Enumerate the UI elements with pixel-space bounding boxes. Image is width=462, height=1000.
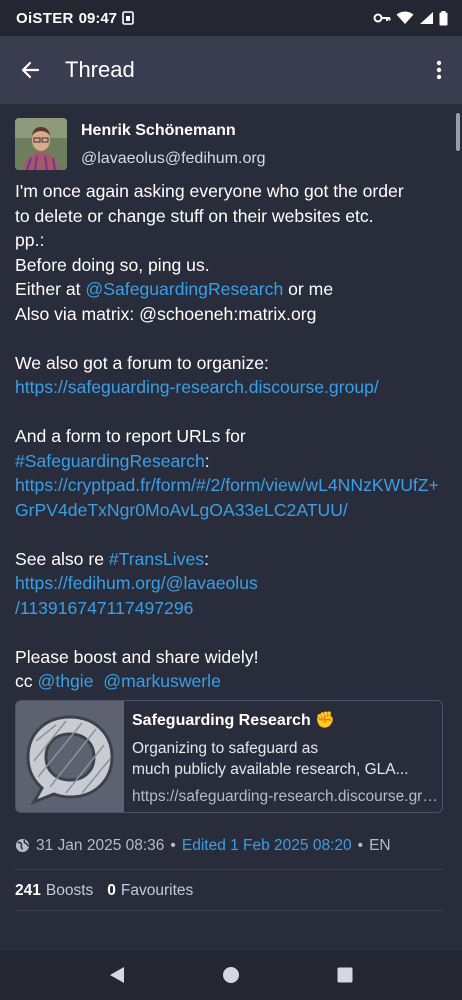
back-button[interactable] [0, 36, 60, 104]
post-meta: 31 Jan 2025 08:36 • Edited 1 Feb 2025 08… [15, 836, 445, 856]
card-thumbnail [16, 700, 124, 812]
separator: • [357, 836, 364, 854]
favourites-label: Favourites [120, 881, 194, 899]
post-language: EN [369, 836, 391, 854]
cell-signal-icon [419, 11, 434, 25]
text: : [204, 450, 210, 471]
content-line: Please boost and share widely! [15, 646, 259, 667]
card-description-line: much publicly available research, GLA... [132, 760, 409, 778]
content-line: pp.: [15, 230, 45, 250]
link-preview-card[interactable]: Safeguarding Research ✊ Organizing to sa… [15, 699, 443, 813]
divider [15, 909, 443, 911]
divider [15, 868, 443, 870]
status-post: Henrik Schönemann @lavaeolus@fedihum.org… [15, 118, 445, 911]
content-line: We also got a forum to organize: [15, 352, 269, 373]
vpn-key-icon [373, 12, 391, 24]
scrollbar[interactable] [456, 113, 460, 151]
system-navigation-bar [0, 950, 462, 1000]
text: cc [15, 671, 38, 691]
mention-link[interactable]: @SafeguardingResearch [85, 279, 283, 299]
clock: 09:47 [78, 9, 118, 27]
content-line: See also re #TransLives: [15, 547, 445, 572]
nav-back-icon [110, 967, 124, 983]
battery-icon [439, 10, 448, 26]
content-line: https://cryptpad.fr/form/#/2/form/view/w… [15, 473, 439, 522]
boosts-count: 241 [15, 881, 41, 899]
content-line: #SafeguardingResearch: [15, 449, 445, 474]
avatar[interactable] [15, 118, 67, 170]
content-line: And a form to report URLs for [15, 426, 246, 446]
author-handle[interactable]: @lavaeolus@fedihum.org [81, 149, 266, 169]
carrier-name: OiSTER [16, 9, 74, 27]
hashtag-link[interactable]: #TransLives [109, 549, 204, 569]
content-line: https://fedihum.org/@lavaeolus [15, 571, 445, 596]
mention-link[interactable]: @markuswerle [103, 671, 221, 691]
card-title: Safeguarding Research ✊ [132, 711, 336, 729]
content-line: Before doing so, ping us. [15, 254, 210, 275]
status-bar: OiSTER 09:47 [0, 0, 462, 36]
forum-link[interactable]: https://safeguarding-research.discourse.… [15, 377, 379, 397]
status-link-continued[interactable]: /113916747117497296 [15, 598, 193, 618]
nav-home-button[interactable] [211, 955, 251, 995]
text: See also re [15, 548, 109, 569]
post-header: Henrik Schönemann @lavaeolus@fedihum.org [15, 118, 445, 176]
boosts-stat[interactable]: 241 Boosts [15, 882, 93, 900]
content-line: to delete or change stuff on their websi… [15, 205, 374, 226]
text: : [204, 548, 209, 569]
page-title: Thread [65, 57, 135, 82]
nav-back-button[interactable] [97, 955, 137, 995]
favourites-count: 0 [107, 881, 116, 899]
sim-card-icon [122, 11, 134, 25]
content-line: https://safeguarding-research.discourse.… [15, 375, 445, 400]
author-name[interactable]: Henrik Schönemann [81, 121, 266, 141]
content-line: Also via matrix: @schoeneh:matrix.org [15, 303, 317, 324]
more-options-button[interactable] [416, 36, 462, 104]
mention-link[interactable]: @thgie [37, 671, 93, 691]
card-description: Organizing to safeguard as much publicly… [132, 738, 436, 780]
back-arrow-icon [21, 61, 40, 79]
favourites-stat[interactable]: 0 Favourites [107, 882, 193, 900]
wifi-icon [396, 11, 414, 25]
boosts-label: Boosts [45, 881, 94, 899]
content-line: Either at @SafeguardingResearch or me [15, 277, 445, 302]
post-date: 31 Jan 2025 08:36 [36, 836, 165, 854]
hashtag-link[interactable]: #SafeguardingResearch [15, 451, 205, 471]
card-description-line: Organizing to safeguard as [132, 739, 319, 757]
content-line: /113916747117497296 [15, 596, 445, 621]
app-bar: Thread [0, 36, 462, 104]
nav-recents-icon [337, 967, 353, 983]
nav-home-icon [223, 967, 239, 983]
form-link[interactable]: https://cryptpad.fr/form/#/2/form/view/w… [15, 475, 439, 520]
text: or me [283, 279, 334, 299]
globe-icon [15, 838, 30, 853]
content-line: cc @thgie @markuswerle [15, 669, 445, 694]
edited-link[interactable]: Edited 1 Feb 2025 08:20 [182, 837, 352, 855]
post-content: I'm once again asking everyone who got t… [15, 179, 445, 694]
nav-recents-button[interactable] [325, 955, 365, 995]
content-line: I'm once again asking everyone who got t… [15, 181, 404, 201]
text: Either at [15, 279, 86, 299]
more-vert-icon [436, 60, 442, 80]
separator: • [170, 836, 176, 854]
post-stats: 241 Boosts 0 Favourites [15, 882, 445, 900]
card-url: https://safeguarding-research.discourse.… [132, 787, 438, 805]
status-link[interactable]: https://fedihum.org/@lavaeolus [15, 573, 258, 593]
